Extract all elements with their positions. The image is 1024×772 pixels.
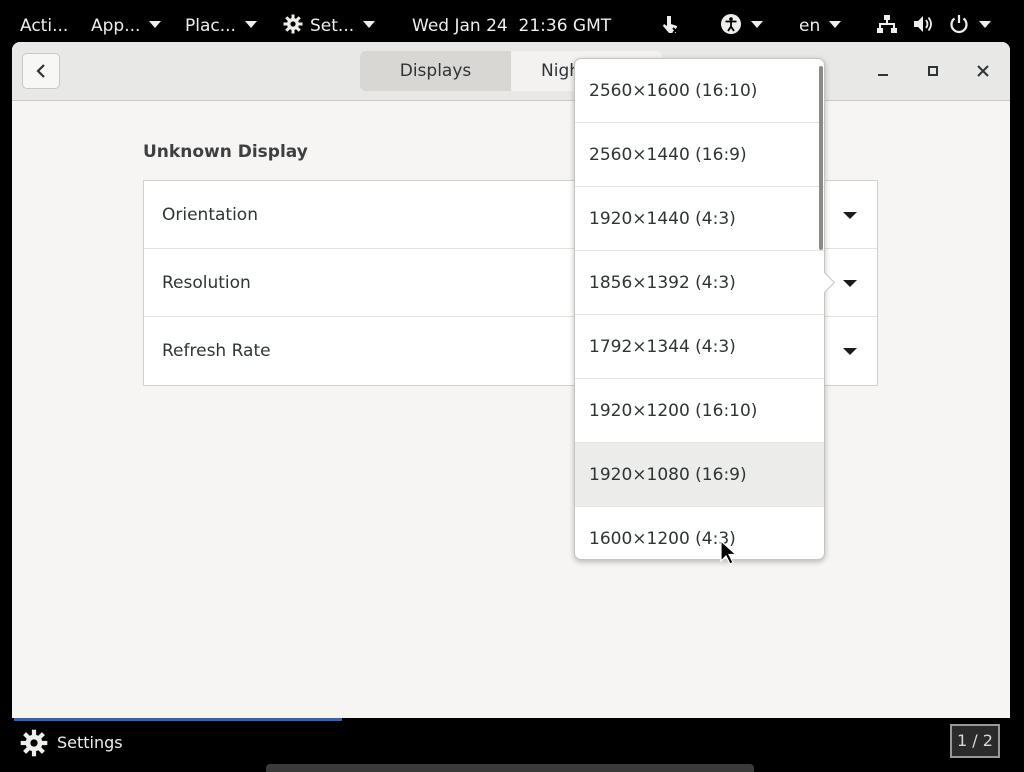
refresh-rate-label: Refresh Rate xyxy=(162,341,271,361)
dropdown-arrow-icon xyxy=(843,212,857,219)
resolution-option[interactable]: 1920×1440 (4:3) xyxy=(575,187,824,251)
mouse-cursor-icon xyxy=(720,540,736,565)
back-button[interactable] xyxy=(22,53,60,89)
gear-icon xyxy=(20,729,48,757)
chevron-down-icon xyxy=(244,21,257,28)
applications-label: App... xyxy=(91,16,141,36)
power-icon xyxy=(950,15,968,34)
resolution-option[interactable]: 2560×1600 (16:10) xyxy=(575,59,824,123)
resolution-option-label: 1920×1200 (16:10) xyxy=(589,401,758,421)
dropdown-arrow-icon xyxy=(843,348,857,355)
chevron-left-icon xyxy=(36,64,45,78)
dropdown-arrow-icon xyxy=(843,280,857,287)
resolution-option[interactable]: 1600×1200 (4:3) xyxy=(575,507,824,559)
settings-menu-label: Set... xyxy=(310,16,355,36)
display-name-heading: Unknown Display xyxy=(143,142,308,162)
network-wired-icon[interactable] xyxy=(876,13,898,35)
resolution-option[interactable]: 1920×1200 (16:10) xyxy=(575,379,824,443)
chevron-down-icon xyxy=(363,21,376,28)
resolution-option-label: 1920×1080 (16:9) xyxy=(589,465,747,485)
resolution-label: Resolution xyxy=(162,273,251,293)
resolution-option-label: 1792×1344 (4:3) xyxy=(589,337,736,357)
gear-icon xyxy=(283,14,303,34)
activities-label: Acti... xyxy=(20,16,69,36)
chevron-down-icon xyxy=(979,21,991,28)
close-button[interactable] xyxy=(967,55,999,87)
places-label: Plac... xyxy=(185,16,236,36)
chevron-down-icon xyxy=(751,21,763,28)
tab-displays-label: Displays xyxy=(399,61,472,81)
resolution-option-label: 2560×1440 (16:9) xyxy=(589,145,747,165)
chevron-down-icon xyxy=(149,21,162,28)
volume-icon[interactable] xyxy=(912,13,934,35)
resolution-option[interactable]: 1792×1344 (4:3) xyxy=(575,315,824,379)
header-bar: Displays Nigh xyxy=(12,42,1010,101)
settings-window: Displays Nigh Unknown Display Orientatio… xyxy=(12,42,1010,718)
resolution-option-label: 1600×1200 (4:3) xyxy=(589,529,736,549)
resolution-option[interactable]: 2560×1440 (16:9) xyxy=(575,123,824,187)
touch-pointer-icon[interactable] xyxy=(658,13,682,37)
resolution-option-label: 1920×1440 (4:3) xyxy=(589,209,736,229)
resolution-popover: 2560×1600 (16:10) 2560×1440 (16:9) 1920×… xyxy=(574,58,825,560)
resolution-option[interactable]: 1856×1392 (4:3) xyxy=(575,251,824,315)
window-list-bar: Settings 1 / 2 xyxy=(0,718,1024,768)
message-tray-edge xyxy=(266,764,754,772)
chevron-down-icon xyxy=(829,21,842,28)
popover-scrollbar[interactable] xyxy=(819,66,823,250)
orientation-label: Orientation xyxy=(162,205,258,225)
resolution-option-label: 1856×1392 (4:3) xyxy=(589,273,736,293)
language-label: en xyxy=(799,16,821,36)
workspace-indicator[interactable]: 1 / 2 xyxy=(950,724,1000,758)
clock-label: Wed Jan 24 21:36 GMT xyxy=(412,16,612,36)
minimize-button[interactable] xyxy=(867,55,899,87)
resolution-option-hovered[interactable]: 1920×1080 (16:9) xyxy=(575,443,824,507)
accessibility-icon xyxy=(721,14,741,34)
tab-displays[interactable]: Displays xyxy=(360,51,511,91)
taskbar-settings-label: Settings xyxy=(57,733,123,752)
active-window-indicator xyxy=(14,718,342,721)
resolution-option-label: 2560×1600 (16:10) xyxy=(589,81,758,101)
maximize-button[interactable] xyxy=(917,55,949,87)
